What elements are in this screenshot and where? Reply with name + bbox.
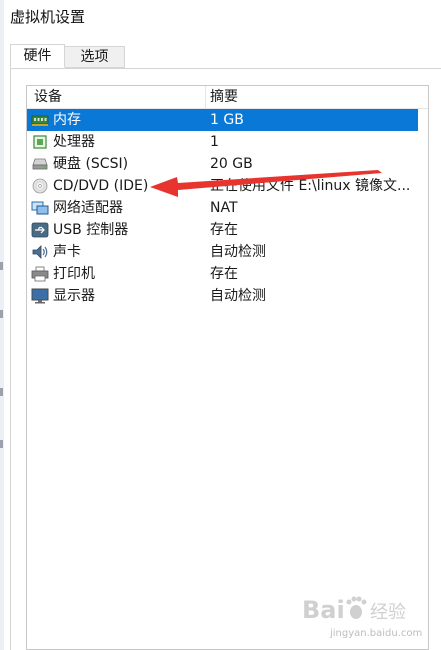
device-summary: 自动检测 (210, 244, 266, 260)
device-summary: 存在 (210, 266, 238, 282)
watermark-url: jingyan.baidu.com (330, 628, 423, 639)
window-left-edge (0, 0, 4, 650)
device-row-printer[interactable]: 打印机 存在 (27, 263, 418, 285)
edge-mark (0, 262, 3, 270)
cd-dvd-icon (32, 178, 48, 194)
printer-icon (31, 266, 49, 282)
device-name: USB 控制器 (53, 222, 129, 238)
device-name: 硬盘 (SCSI) (53, 156, 129, 172)
watermark: Bai 经验 jingyan.baidu.com (300, 590, 435, 645)
edge-mark (0, 440, 3, 448)
network-adapter-icon (31, 201, 49, 215)
device-summary: 自动检测 (210, 288, 266, 304)
device-summary: 正在使用文件 E:\linux 镜像文... (210, 178, 411, 194)
device-summary: 1 GB (210, 112, 244, 128)
device-list[interactable]: 设备 摘要 内存 1 GB 处理器 1 硬盘 (SCSI) 20 GB CD/D… (26, 85, 429, 650)
column-header-summary[interactable]: 摘要 (210, 86, 238, 108)
device-list-header: 设备 摘要 (27, 86, 428, 109)
device-row-network-adapter[interactable]: 网络适配器 NAT (27, 197, 418, 219)
svg-text:Bai: Bai (302, 596, 345, 624)
device-row-memory[interactable]: 内存 1 GB (27, 109, 418, 131)
baidu-logo-icon: Bai 经验 (302, 596, 406, 624)
device-name: 内存 (53, 112, 81, 128)
device-name: 显示器 (53, 288, 95, 304)
device-name: 声卡 (53, 244, 81, 260)
device-summary: NAT (210, 200, 238, 216)
tab-hardware[interactable]: 硬件 (10, 44, 65, 68)
device-row-usb-controller[interactable]: USB 控制器 存在 (27, 219, 418, 241)
device-name: 处理器 (53, 134, 95, 150)
vm-settings-window: 虚拟机设置 硬件 选项 设备 摘要 内存 1 GB 处理器 1 硬盘 (SCSI… (0, 0, 441, 650)
edge-mark (0, 310, 3, 318)
device-summary: 1 (210, 134, 219, 150)
svg-text:经验: 经验 (370, 602, 406, 623)
edge-mark (0, 388, 3, 396)
device-name: 打印机 (53, 266, 95, 282)
tab-options[interactable]: 选项 (65, 46, 125, 68)
display-icon (31, 288, 49, 304)
device-summary: 20 GB (210, 156, 253, 172)
window-title: 虚拟机设置 (10, 8, 86, 26)
column-divider[interactable] (205, 86, 206, 108)
device-row-cd-dvd[interactable]: CD/DVD (IDE) 正在使用文件 E:\linux 镜像文... (27, 175, 418, 197)
device-summary: 存在 (210, 222, 238, 238)
device-row-sound-card[interactable]: 声卡 自动检测 (27, 241, 418, 263)
processor-icon (33, 135, 47, 149)
memory-icon (31, 115, 49, 126)
hard-disk-icon (32, 158, 48, 170)
device-name: CD/DVD (IDE) (53, 178, 149, 194)
device-row-display[interactable]: 显示器 自动检测 (27, 285, 418, 307)
device-name: 网络适配器 (53, 200, 123, 216)
column-header-device[interactable]: 设备 (34, 86, 62, 108)
sound-card-icon (32, 245, 48, 259)
device-row-hard-disk[interactable]: 硬盘 (SCSI) 20 GB (27, 153, 418, 175)
device-row-processor[interactable]: 处理器 1 (27, 131, 418, 153)
usb-controller-icon (31, 222, 49, 238)
